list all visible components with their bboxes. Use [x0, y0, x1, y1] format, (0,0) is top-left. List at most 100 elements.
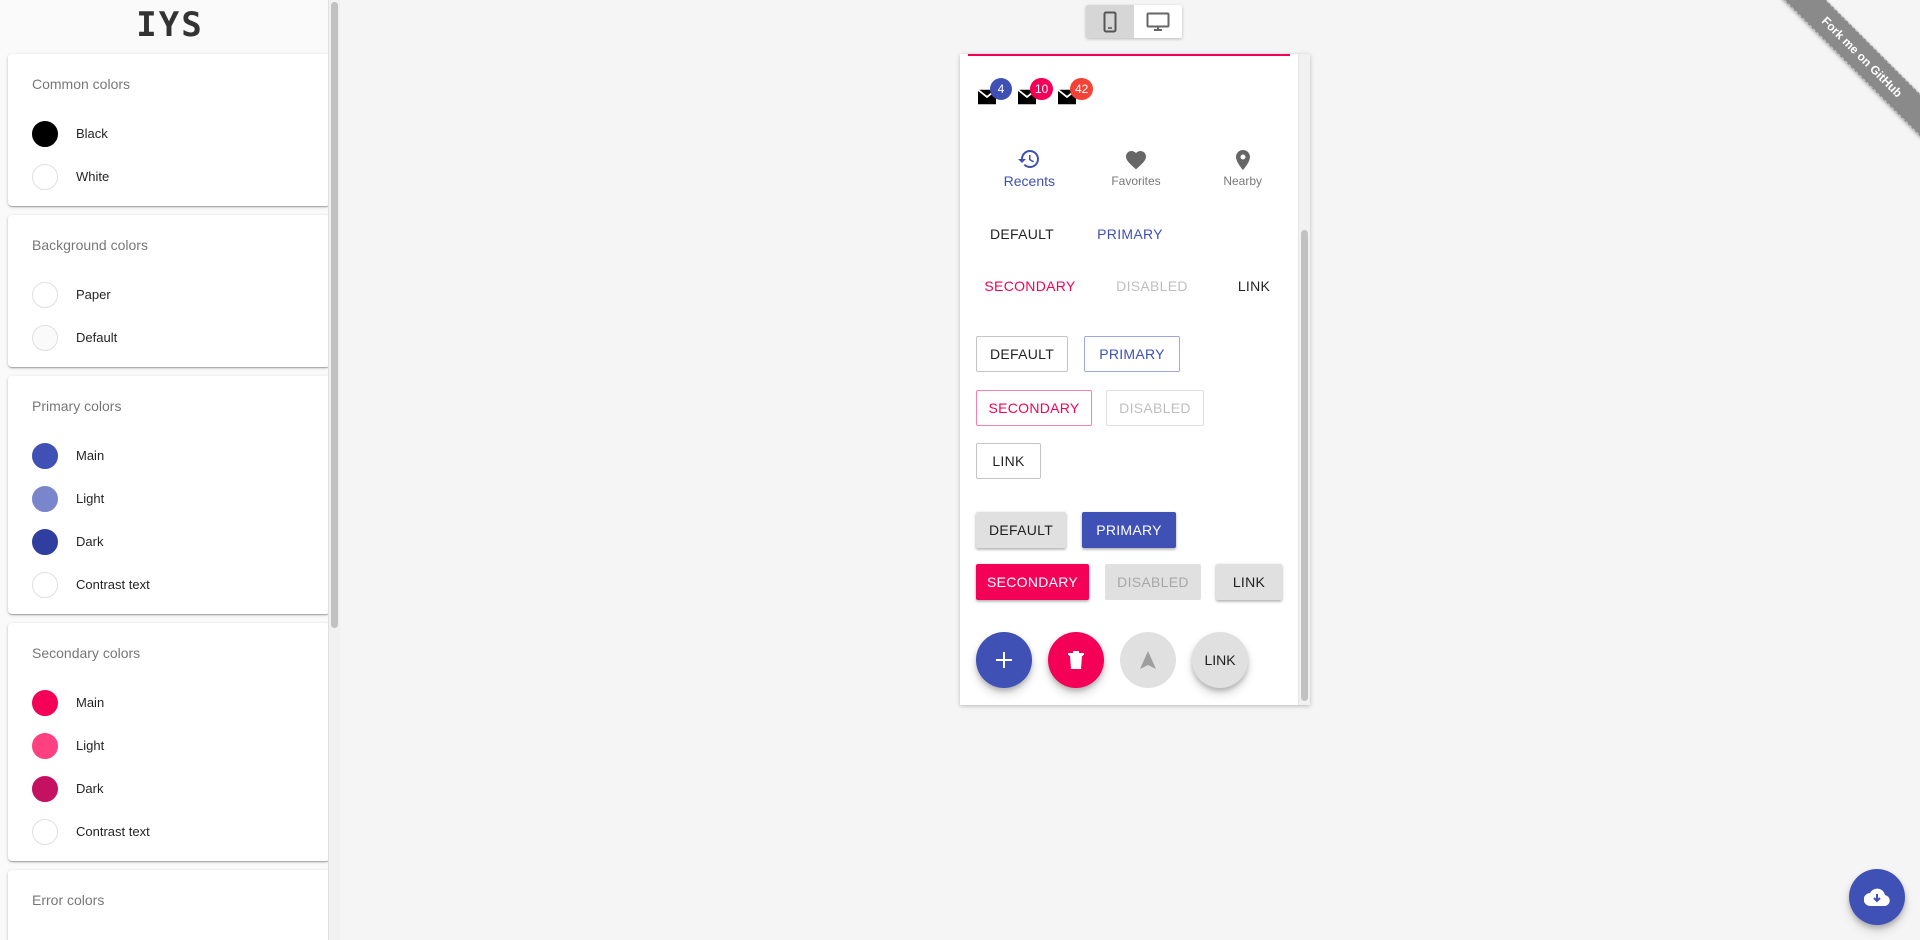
color-item-paper[interactable]: Paper	[32, 273, 306, 316]
outlined-button-secondary[interactable]: SECONDARY	[976, 390, 1092, 426]
bottom-nav-label: Recents	[1003, 173, 1056, 189]
cloud-download-icon	[1864, 888, 1890, 907]
badge-count: 4	[990, 78, 1012, 100]
fab-delete[interactable]	[1048, 632, 1104, 688]
color-label: White	[76, 169, 110, 184]
color-item-secondary-main[interactable]: Main	[32, 681, 306, 724]
desktop-view-button[interactable]	[1134, 5, 1182, 38]
color-swatch[interactable]	[32, 442, 58, 469]
color-swatch[interactable]	[32, 775, 58, 802]
color-label: Main	[76, 448, 105, 463]
badge-row: 4 10 42	[976, 78, 1096, 110]
badge-count: 10	[1030, 78, 1054, 100]
bottom-nav-nearby[interactable]: Nearby	[1189, 140, 1296, 196]
github-ribbon-text: Fork me on GitHub	[1818, 13, 1906, 101]
color-label: Contrast text	[76, 824, 150, 839]
preview-scrollbar[interactable]	[1298, 54, 1310, 705]
github-ribbon[interactable]: Fork me on GitHub	[1780, 0, 1920, 140]
contained-button-default[interactable]: DEFAULT	[976, 512, 1066, 548]
mobile-icon	[1103, 11, 1117, 32]
color-label: Paper	[76, 287, 111, 302]
github-ribbon-band[interactable]: Fork me on GitHub	[1780, 0, 1920, 140]
plus-icon	[996, 652, 1012, 668]
color-label: Main	[76, 695, 105, 710]
device-toggle	[1086, 5, 1182, 38]
contained-button-primary[interactable]: PRIMARY	[1082, 512, 1176, 548]
bottom-nav-label: Nearby	[1223, 174, 1263, 188]
color-group-primary: Primary colors Main Light Dark Contrast …	[8, 376, 330, 614]
color-item-primary-dark[interactable]: Dark	[32, 520, 306, 563]
color-item-secondary-light[interactable]: Light	[32, 724, 306, 767]
bottom-navigation: Recents Favorites Nearby	[976, 140, 1296, 196]
color-swatch[interactable]	[32, 281, 58, 308]
contained-button-link[interactable]: LINK	[1216, 564, 1282, 600]
text-button-secondary[interactable]: SECONDARY	[968, 268, 1092, 304]
color-label: Black	[76, 126, 108, 141]
badge-count: 42	[1070, 78, 1094, 100]
color-label: Dark	[76, 534, 104, 549]
color-swatch[interactable]	[32, 571, 58, 598]
text-button-link[interactable]: LINK	[1216, 268, 1292, 304]
text-button-primary[interactable]: PRIMARY	[1076, 216, 1184, 252]
fab-link[interactable]: LINK	[1192, 632, 1248, 688]
color-group-title: Error colors	[32, 892, 105, 908]
bottom-nav-favorites[interactable]: Favorites	[1083, 140, 1190, 196]
color-label: Light	[76, 738, 105, 753]
color-item-default[interactable]: Default	[32, 316, 306, 359]
color-swatch[interactable]	[32, 689, 58, 716]
outlined-button-primary[interactable]: PRIMARY	[1084, 336, 1180, 372]
color-item-primary-main[interactable]: Main	[32, 434, 306, 477]
navigation-arrow-icon	[1140, 651, 1156, 669]
desktop-icon	[1146, 12, 1170, 31]
color-swatch[interactable]	[32, 163, 58, 190]
history-icon	[1018, 150, 1040, 168]
heart-icon	[1126, 151, 1146, 170]
color-item-primary-contrast[interactable]: Contrast text	[32, 563, 306, 606]
logo-text: IYS	[136, 5, 204, 45]
sidebar: IYS Common colors Black White Background…	[0, 0, 340, 940]
color-label: Light	[76, 491, 105, 506]
fab-link-label: LINK	[1204, 652, 1236, 668]
mail-badge[interactable]: 10	[1016, 78, 1056, 110]
mail-badge[interactable]: 4	[976, 78, 1016, 110]
color-item-primary-light[interactable]: Light	[32, 477, 306, 520]
logo: IYS	[0, 0, 340, 50]
color-group-title: Primary colors	[32, 398, 122, 414]
theme-preview: 4 10 42 Recents Favorites Nearby DEFAULT…	[960, 54, 1310, 705]
color-group-error: Error colors	[8, 870, 330, 940]
contained-button-disabled: DISABLED	[1105, 564, 1201, 600]
color-swatch[interactable]	[32, 485, 58, 512]
color-swatch[interactable]	[32, 732, 58, 759]
download-theme-button[interactable]	[1849, 869, 1905, 925]
color-group-title: Background colors	[32, 237, 148, 253]
color-group-title: Common colors	[32, 76, 131, 92]
location-pin-icon	[1235, 150, 1250, 170]
contained-button-secondary[interactable]: SECONDARY	[976, 564, 1089, 600]
color-group-common: Common colors Black White	[8, 54, 330, 206]
color-label: Contrast text	[76, 577, 150, 592]
color-item-white[interactable]: White	[32, 155, 306, 198]
color-swatch[interactable]	[32, 324, 58, 351]
color-item-secondary-dark[interactable]: Dark	[32, 767, 306, 810]
outlined-button-link[interactable]: LINK	[976, 443, 1041, 479]
color-swatch[interactable]	[32, 528, 58, 555]
color-swatch[interactable]	[32, 120, 58, 147]
color-swatch[interactable]	[32, 818, 58, 845]
preview-scrollbar-thumb[interactable]	[1301, 230, 1308, 701]
text-button-default[interactable]: DEFAULT	[968, 216, 1076, 252]
color-label: Dark	[76, 781, 104, 796]
mail-badge[interactable]: 42	[1056, 78, 1096, 110]
outlined-button-default[interactable]: DEFAULT	[976, 336, 1068, 372]
trash-icon	[1068, 651, 1084, 669]
fab-navigation-disabled	[1120, 632, 1176, 688]
mobile-view-button[interactable]	[1086, 5, 1134, 38]
sidebar-scrollbar[interactable]	[328, 0, 340, 940]
sidebar-scrollbar-thumb[interactable]	[331, 2, 338, 628]
color-item-black[interactable]: Black	[32, 112, 306, 155]
color-label: Default	[76, 330, 118, 345]
fab-add[interactable]	[976, 632, 1032, 688]
color-group-secondary: Secondary colors Main Light Dark Contras…	[8, 623, 330, 861]
color-group-title: Secondary colors	[32, 645, 141, 661]
bottom-nav-recents[interactable]: Recents	[976, 140, 1083, 196]
color-item-secondary-contrast[interactable]: Contrast text	[32, 810, 306, 853]
